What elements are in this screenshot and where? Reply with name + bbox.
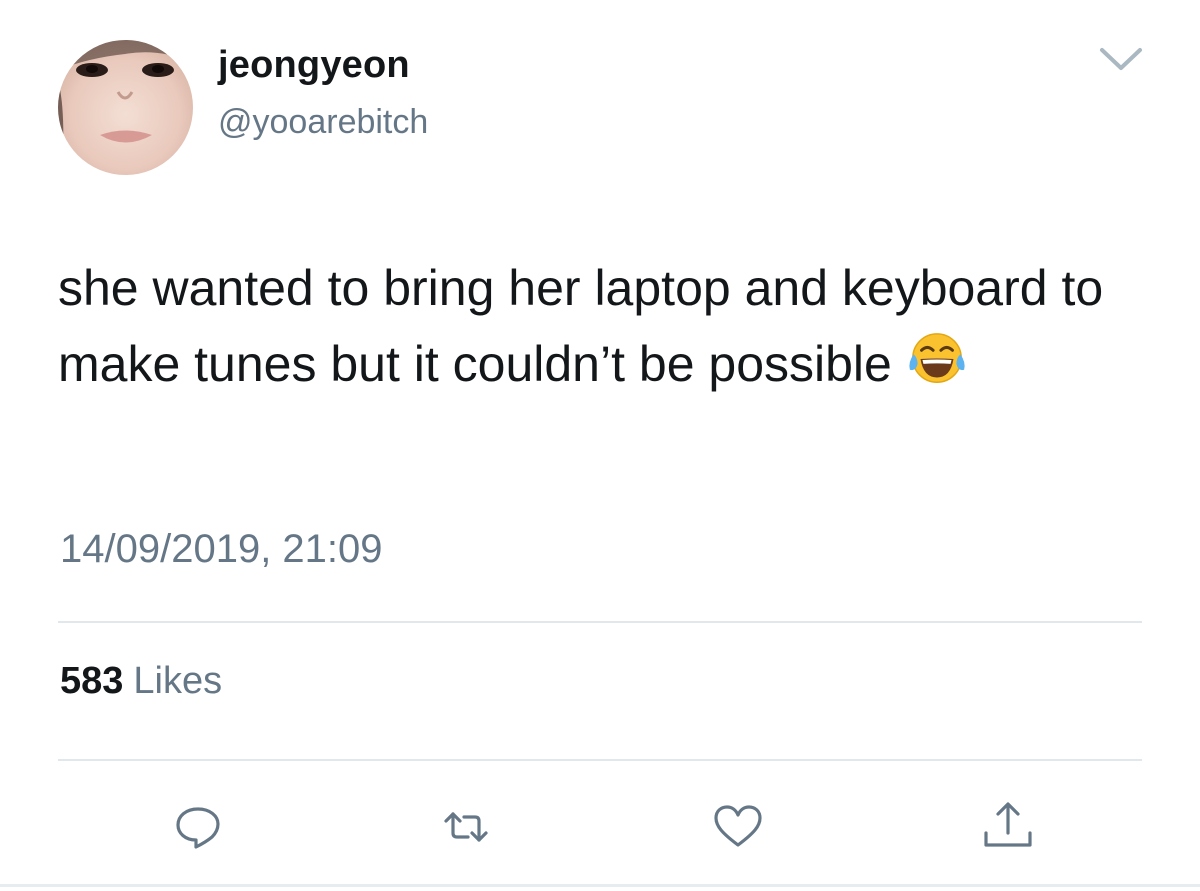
reply-button[interactable] bbox=[168, 797, 228, 857]
like-button[interactable] bbox=[708, 797, 768, 857]
author-handle[interactable]: @yooarebitch bbox=[218, 103, 428, 142]
tweet-text: she wanted to bring her laptop and keybo… bbox=[58, 250, 1148, 402]
share-button[interactable] bbox=[978, 797, 1038, 857]
heart-icon bbox=[714, 805, 762, 847]
likes-label: Likes bbox=[133, 660, 223, 702]
avatar-face-image bbox=[58, 40, 193, 175]
avatar[interactable] bbox=[58, 40, 193, 175]
speech-bubble-icon bbox=[176, 807, 220, 849]
share-icon bbox=[984, 802, 1032, 847]
divider bbox=[58, 621, 1142, 623]
face-with-tears-of-joy-icon bbox=[906, 329, 968, 391]
likes-count: 583 bbox=[60, 660, 124, 702]
bottom-border bbox=[0, 884, 1200, 887]
likes-stat[interactable]: 583 Likes bbox=[60, 660, 222, 703]
tweet-card: jeongyeon @yooarebitch she wanted to bri… bbox=[0, 0, 1200, 891]
tweet-timestamp[interactable]: 14/09/2019, 21:09 bbox=[60, 527, 383, 572]
chevron-down-icon[interactable] bbox=[1098, 44, 1144, 74]
retweet-button[interactable] bbox=[436, 797, 496, 857]
author-display-name[interactable]: jeongyeon bbox=[218, 44, 410, 87]
retweet-icon bbox=[444, 812, 488, 842]
divider bbox=[58, 759, 1142, 761]
